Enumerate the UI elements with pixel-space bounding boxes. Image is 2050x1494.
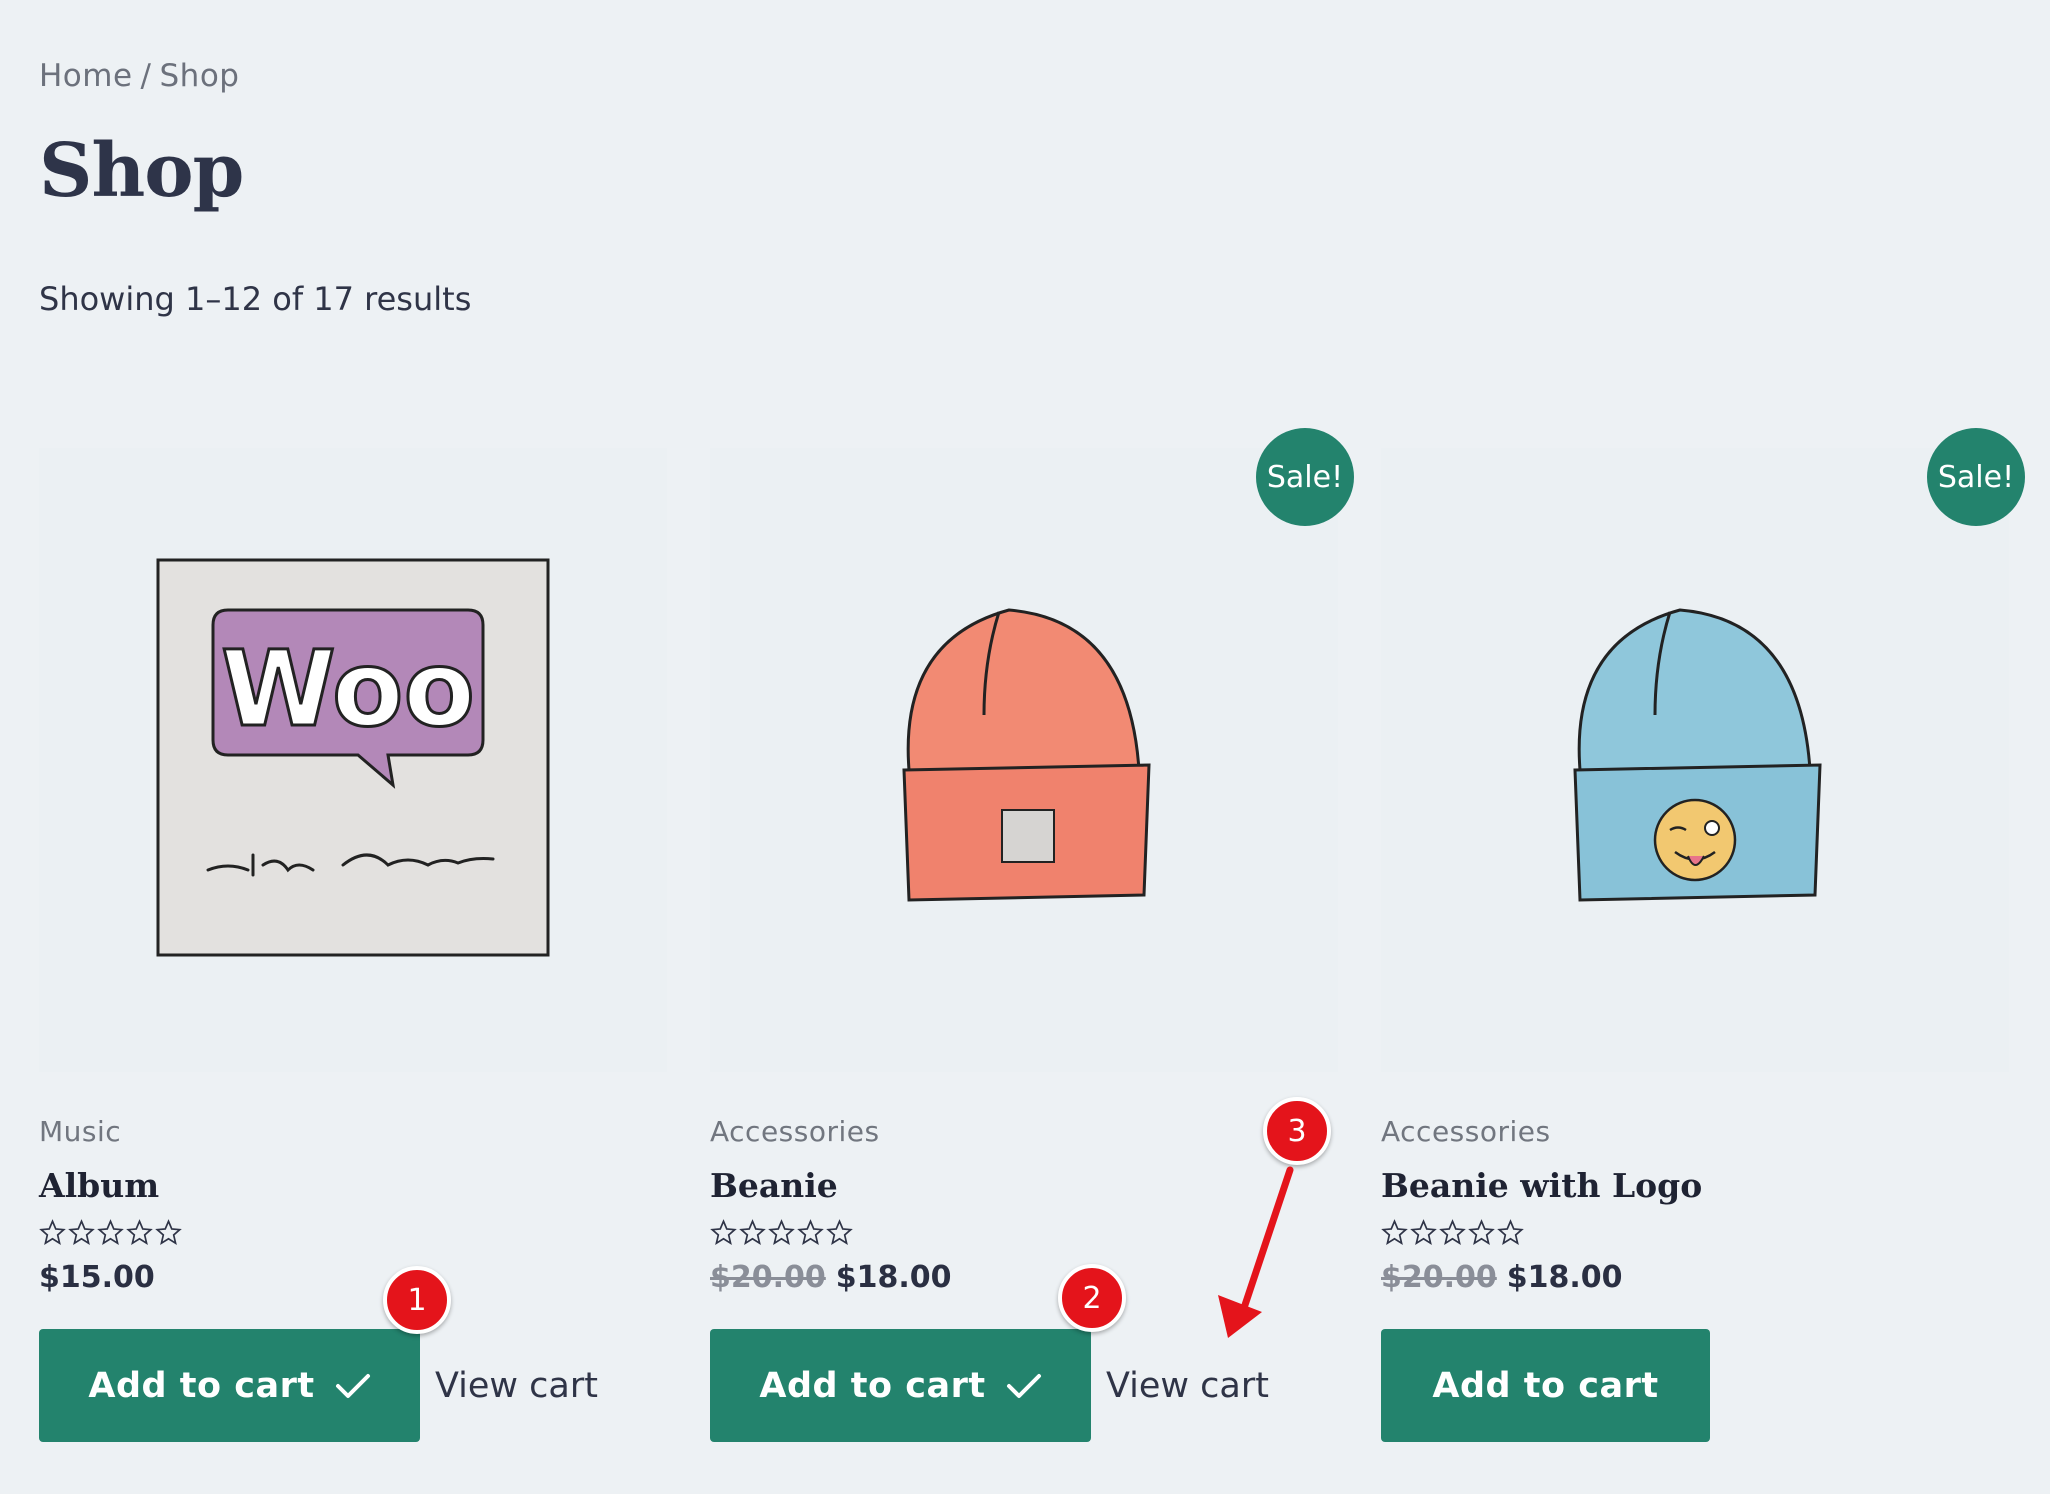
star-empty-icon (68, 1219, 95, 1245)
product-price: $20.00 $18.00 (1381, 1260, 2009, 1295)
star-empty-icon (1497, 1219, 1524, 1245)
add-to-cart-button[interactable]: Add to cart (710, 1329, 1091, 1442)
result-count: Showing 1–12 of 17 results (39, 280, 472, 318)
star-empty-icon (1468, 1219, 1495, 1245)
star-empty-icon (39, 1219, 66, 1245)
sale-badge: Sale! (1256, 428, 1354, 526)
annotation-arrow-icon (1218, 1166, 1294, 1338)
breadcrumb-current: Shop (159, 58, 240, 94)
beanie-icon (902, 608, 1151, 902)
product-image[interactable]: Sale! (1381, 428, 2025, 1072)
product-category[interactable]: Accessories (1381, 1115, 2009, 1148)
current-price: $15.00 (39, 1260, 155, 1295)
star-empty-icon (768, 1219, 795, 1245)
rating-stars (1381, 1219, 2009, 1246)
star-empty-icon (1410, 1219, 1437, 1245)
woo-album-icon: Woo (156, 558, 550, 957)
page-title: Shop (39, 128, 244, 214)
star-empty-icon (97, 1219, 124, 1245)
checkmark-icon (335, 1373, 370, 1398)
add-to-cart-label: Add to cart (759, 1365, 986, 1406)
star-empty-icon (826, 1219, 853, 1245)
star-empty-icon (797, 1219, 824, 1245)
add-to-cart-label: Add to cart (88, 1365, 315, 1406)
star-empty-icon (739, 1219, 766, 1245)
product-price: $15.00 (39, 1260, 667, 1295)
view-cart-link[interactable]: View cart (1106, 1366, 1269, 1406)
beanie-logo-icon (1573, 608, 1822, 902)
star-empty-icon (155, 1219, 182, 1245)
star-empty-icon (1439, 1219, 1466, 1245)
product-name[interactable]: Beanie with Logo (1381, 1166, 2009, 1205)
add-to-cart-label: Add to cart (1432, 1365, 1659, 1406)
breadcrumb-home-link[interactable]: Home (39, 58, 133, 94)
product-actions: Add to cart (1381, 1329, 2009, 1442)
product-category[interactable]: Accessories (710, 1115, 1338, 1148)
star-empty-icon (1381, 1219, 1408, 1245)
sale-badge: Sale! (1927, 428, 2025, 526)
product-category[interactable]: Music (39, 1115, 667, 1148)
svg-text:Woo: Woo (221, 628, 475, 750)
add-to-cart-button[interactable]: Add to cart (39, 1329, 420, 1442)
product-card-beanie-with-logo: Sale! Accessories Beanie with Logo $20.0… (1381, 428, 2025, 1442)
breadcrumb: Home / Shop (39, 58, 239, 94)
rating-stars (39, 1219, 667, 1246)
star-empty-icon (710, 1219, 737, 1245)
product-name[interactable]: Album (39, 1166, 667, 1205)
annotation-marker-1: 1 (383, 1266, 451, 1334)
product-image[interactable]: Sale! (710, 428, 1354, 1072)
regular-price: $20.00 (710, 1260, 826, 1295)
product-image[interactable]: Woo (39, 448, 667, 1072)
breadcrumb-separator: / (140, 58, 152, 94)
product-actions: Add to cart View cart (39, 1329, 667, 1442)
star-empty-icon (126, 1219, 153, 1245)
checkmark-icon (1006, 1373, 1041, 1398)
annotation-marker-3: 3 (1263, 1097, 1331, 1165)
view-cart-link[interactable]: View cart (435, 1366, 598, 1406)
sale-price: $18.00 (835, 1260, 952, 1295)
annotation-marker-2: 2 (1058, 1264, 1126, 1332)
regular-price: $20.00 (1381, 1260, 1497, 1295)
add-to-cart-button[interactable]: Add to cart (1381, 1329, 1710, 1442)
product-card-album: Woo Music Album $15.00 Add to cart View … (39, 448, 667, 1442)
sale-price: $18.00 (1506, 1260, 1623, 1295)
